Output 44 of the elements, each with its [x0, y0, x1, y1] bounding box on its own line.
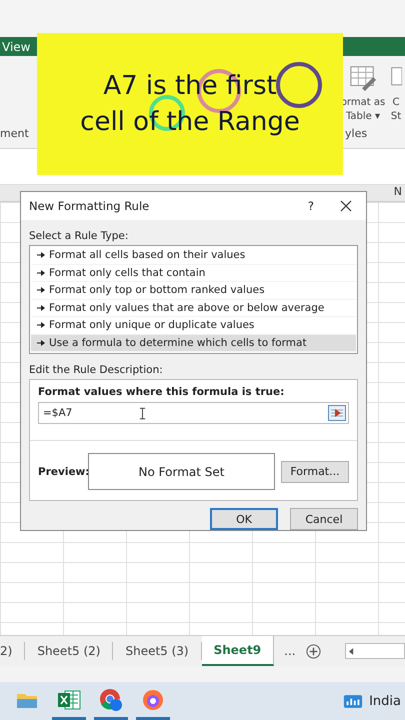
arrow-icon: [37, 322, 45, 328]
rule-type-item[interactable]: Format all cells based on their values: [31, 247, 356, 264]
close-icon[interactable]: [340, 200, 352, 212]
browser-icon: [99, 688, 123, 712]
add-sheet-icon[interactable]: [306, 644, 321, 658]
arrow-icon: [37, 270, 45, 276]
sheet-tab[interactable]: Sheet5 (2): [25, 642, 114, 660]
browser-icon: [141, 688, 165, 712]
rule-type-item[interactable]: Use a formula to determine which cells to format: [31, 334, 356, 352]
news-icon[interactable]: [343, 694, 364, 708]
section-label: Edit the Rule Description:: [29, 364, 164, 376]
arrow-icon: [37, 252, 45, 258]
spreadsheet-icon: [57, 690, 81, 710]
column-header: N: [394, 185, 402, 200]
table-icon: [349, 64, 377, 92]
preview-label: Preview:: [38, 466, 88, 478]
ribbon-tab[interactable]: View: [2, 40, 30, 54]
sheet-tab[interactable]: 2): [0, 642, 26, 660]
news-text[interactable]: India: [369, 694, 401, 708]
ribbon-button[interactable]: C St: [390, 64, 402, 124]
cancel-button[interactable]: Cancel: [290, 508, 358, 530]
preview-box: No Format Set: [88, 453, 275, 490]
horizontal-scrollbar[interactable]: [344, 643, 405, 659]
formula-label: Format values where this formula is true:: [38, 386, 286, 398]
sheet-tab[interactable]: Sheet9: [202, 636, 274, 666]
group-label: yles: [345, 127, 368, 140]
arrow-icon: [37, 304, 45, 311]
text-cursor-icon: [139, 406, 146, 420]
more-sheets-button[interactable]: ...: [284, 644, 296, 658]
help-button[interactable]: ?: [308, 199, 314, 213]
rule-type-item[interactable]: Format only top or bottom ranked values: [31, 282, 356, 300]
caption-text: A7 is the first: [103, 70, 277, 103]
section-label: Select a Rule Type:: [29, 230, 130, 242]
scroll-left-icon[interactable]: [348, 648, 354, 654]
dialog-title: New Formatting Rule: [29, 199, 150, 213]
arrow-icon: [37, 287, 45, 294]
group-label: ment: [0, 127, 29, 140]
rule-type-item[interactable]: Format only values that are above or below average: [31, 300, 356, 317]
format-button[interactable]: Format...: [281, 460, 349, 482]
formula-field[interactable]: =$A7: [38, 402, 349, 424]
arrow-icon: [37, 340, 45, 346]
ok-button[interactable]: OK: [210, 508, 278, 530]
rule-type-item[interactable]: Format only cells that contain: [31, 264, 356, 282]
range-picker-icon[interactable]: [328, 405, 346, 421]
